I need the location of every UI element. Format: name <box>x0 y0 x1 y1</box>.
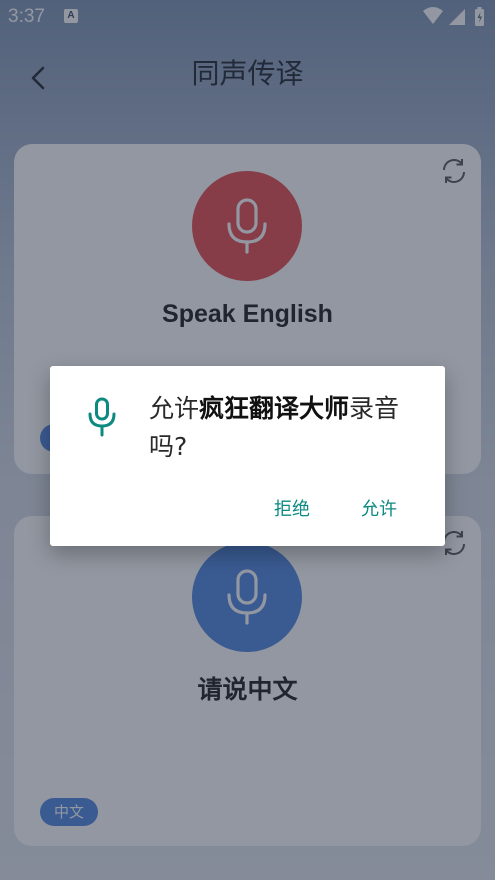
message-prefix: 允许 <box>149 394 200 423</box>
record-permission-dialog: 允许疯狂翻译大师录音吗? 拒绝 允许 <box>50 366 445 546</box>
app-name: 疯狂翻译大师 <box>199 394 350 423</box>
allow-button[interactable]: 允许 <box>357 493 401 523</box>
dialog-message: 允许疯狂翻译大师录音吗? <box>149 390 431 466</box>
microphone-icon <box>88 397 116 437</box>
deny-button[interactable]: 拒绝 <box>270 493 314 523</box>
